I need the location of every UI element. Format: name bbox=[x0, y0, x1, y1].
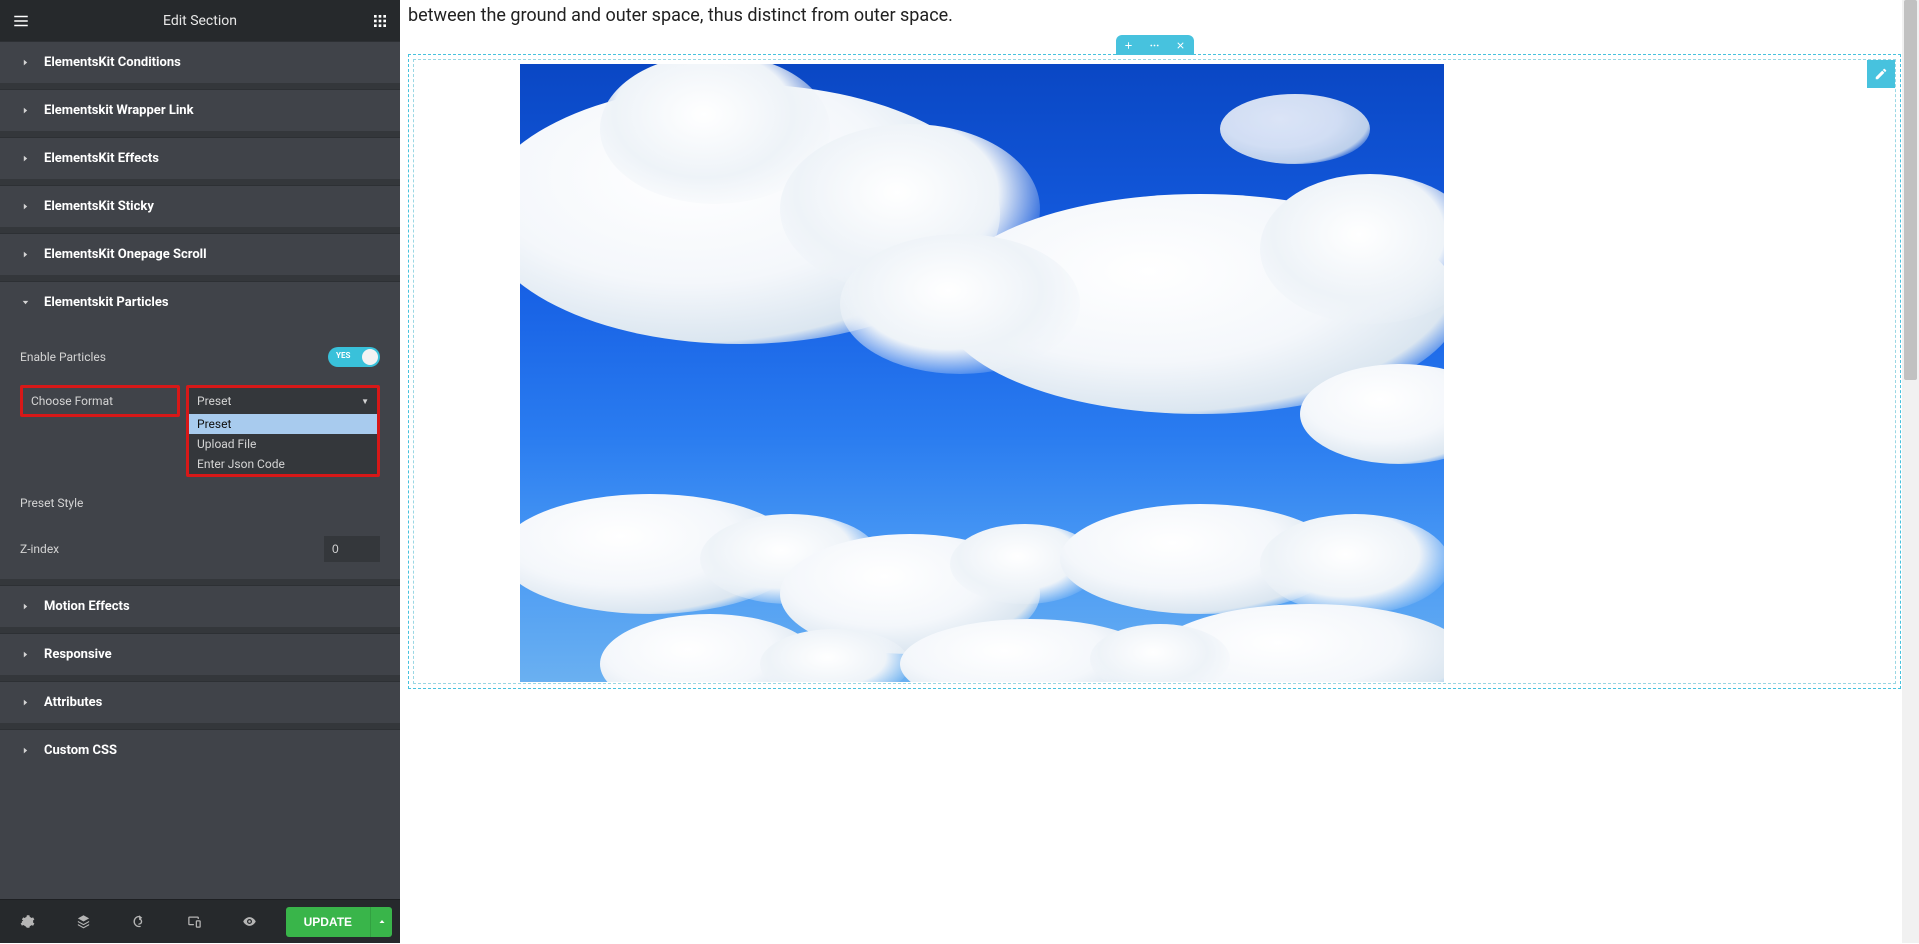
responsive-mode-icon[interactable] bbox=[167, 900, 223, 944]
acc-label: ElementsKit Sticky bbox=[44, 199, 154, 214]
row-choose-format: Choose Format Preset ▼ Preset Upload Fil… bbox=[20, 385, 380, 477]
preview-icon[interactable] bbox=[222, 900, 278, 944]
acc-label: Elementskit Particles bbox=[44, 295, 169, 310]
acc-custom-css[interactable]: Custom CSS bbox=[0, 730, 400, 771]
acc-responsive[interactable]: Responsive bbox=[0, 634, 400, 675]
caret-right-icon bbox=[20, 698, 30, 708]
panel-accordion: ElementsKit Conditions Elementskit Wrapp… bbox=[0, 41, 400, 899]
caret-right-icon bbox=[20, 650, 30, 660]
caret-right-icon bbox=[20, 746, 30, 756]
caret-right-icon bbox=[20, 202, 30, 212]
row-z-index: Z-index bbox=[20, 529, 380, 569]
acc-elementskit-conditions[interactable]: ElementsKit Conditions bbox=[0, 42, 400, 83]
update-options-button[interactable] bbox=[370, 907, 392, 937]
label-choose-format: Choose Format bbox=[20, 385, 180, 417]
select-value: Preset bbox=[197, 394, 231, 408]
update-button[interactable]: UPDATE bbox=[286, 907, 370, 937]
option-enter-json-code[interactable]: Enter Json Code bbox=[189, 454, 377, 474]
edit-column-button[interactable] bbox=[1867, 60, 1895, 88]
acc-label: ElementsKit Effects bbox=[44, 151, 159, 166]
scrollbar-thumb[interactable] bbox=[1904, 0, 1917, 380]
panel-title: Edit Section bbox=[41, 13, 359, 29]
hamburger-icon[interactable] bbox=[0, 0, 41, 41]
page-paragraph: between the ground and outer space, thus… bbox=[400, 0, 1919, 29]
editor-panel: Edit Section ElementsKit Conditions Elem… bbox=[0, 0, 400, 943]
caret-down-icon bbox=[20, 298, 30, 308]
acc-elementskit-particles[interactable]: Elementskit Particles bbox=[0, 282, 400, 323]
option-upload-file[interactable]: Upload File bbox=[189, 434, 377, 454]
caret-right-icon bbox=[20, 58, 30, 68]
sky-image bbox=[520, 64, 1444, 682]
acc-elementskit-sticky[interactable]: ElementsKit Sticky bbox=[0, 186, 400, 227]
caret-right-icon bbox=[20, 106, 30, 116]
delete-section-button[interactable] bbox=[1168, 35, 1194, 55]
caret-right-icon bbox=[20, 250, 30, 260]
option-preset[interactable]: Preset bbox=[189, 414, 377, 434]
panel-footer: UPDATE bbox=[0, 899, 400, 943]
add-section-button[interactable] bbox=[1116, 35, 1142, 55]
input-z-index[interactable] bbox=[324, 536, 380, 562]
acc-label: Attributes bbox=[44, 695, 102, 710]
toggle-knob bbox=[362, 349, 378, 365]
acc-label: Custom CSS bbox=[44, 743, 117, 758]
acc-attributes[interactable]: Attributes bbox=[0, 682, 400, 723]
section-handles bbox=[1116, 35, 1194, 55]
toggle-enable-particles[interactable]: YES bbox=[328, 347, 380, 367]
label-z-index: Z-index bbox=[20, 542, 59, 556]
update-button-group: UPDATE bbox=[286, 907, 392, 937]
row-enable-particles: Enable Particles YES bbox=[20, 335, 380, 379]
preview-canvas: between the ground and outer space, thus… bbox=[400, 0, 1919, 943]
widgets-grid-icon[interactable] bbox=[359, 0, 400, 41]
acc-label: Responsive bbox=[44, 647, 112, 662]
label-enable-particles: Enable Particles bbox=[20, 350, 106, 364]
acc-label: Elementskit Wrapper Link bbox=[44, 103, 194, 118]
history-icon[interactable] bbox=[111, 900, 167, 944]
select-choose-format-dropdown: Preset Upload File Enter Json Code bbox=[189, 414, 377, 474]
navigator-icon[interactable] bbox=[56, 900, 112, 944]
acc-particles-body: Enable Particles YES Choose Format Prese… bbox=[0, 323, 400, 569]
section-frame[interactable] bbox=[408, 54, 1901, 689]
acc-elementskit-effects[interactable]: ElementsKit Effects bbox=[0, 138, 400, 179]
panel-header: Edit Section bbox=[0, 0, 400, 41]
select-choose-format[interactable]: Preset ▼ bbox=[189, 388, 377, 414]
caret-right-icon bbox=[20, 154, 30, 164]
label-preset-style: Preset Style bbox=[20, 496, 83, 510]
edit-section-button[interactable] bbox=[1142, 35, 1168, 55]
column-frame[interactable] bbox=[413, 59, 1896, 684]
settings-icon[interactable] bbox=[0, 900, 56, 944]
row-preset-style: Preset Style bbox=[20, 483, 380, 523]
acc-motion-effects[interactable]: Motion Effects bbox=[0, 586, 400, 627]
acc-elementskit-wrapper-link[interactable]: Elementskit Wrapper Link bbox=[0, 90, 400, 131]
caret-right-icon bbox=[20, 602, 30, 612]
chevron-down-icon: ▼ bbox=[361, 397, 369, 406]
toggle-on-text: YES bbox=[336, 351, 350, 360]
acc-label: ElementsKit Conditions bbox=[44, 55, 181, 70]
select-choose-format-wrap: Preset ▼ Preset Upload File Enter Json C… bbox=[186, 385, 380, 477]
acc-label: ElementsKit Onepage Scroll bbox=[44, 247, 207, 262]
acc-label: Motion Effects bbox=[44, 599, 130, 614]
label-text: Choose Format bbox=[31, 394, 113, 408]
canvas-scrollbar[interactable] bbox=[1902, 0, 1919, 943]
acc-elementskit-onepage-scroll[interactable]: ElementsKit Onepage Scroll bbox=[0, 234, 400, 275]
